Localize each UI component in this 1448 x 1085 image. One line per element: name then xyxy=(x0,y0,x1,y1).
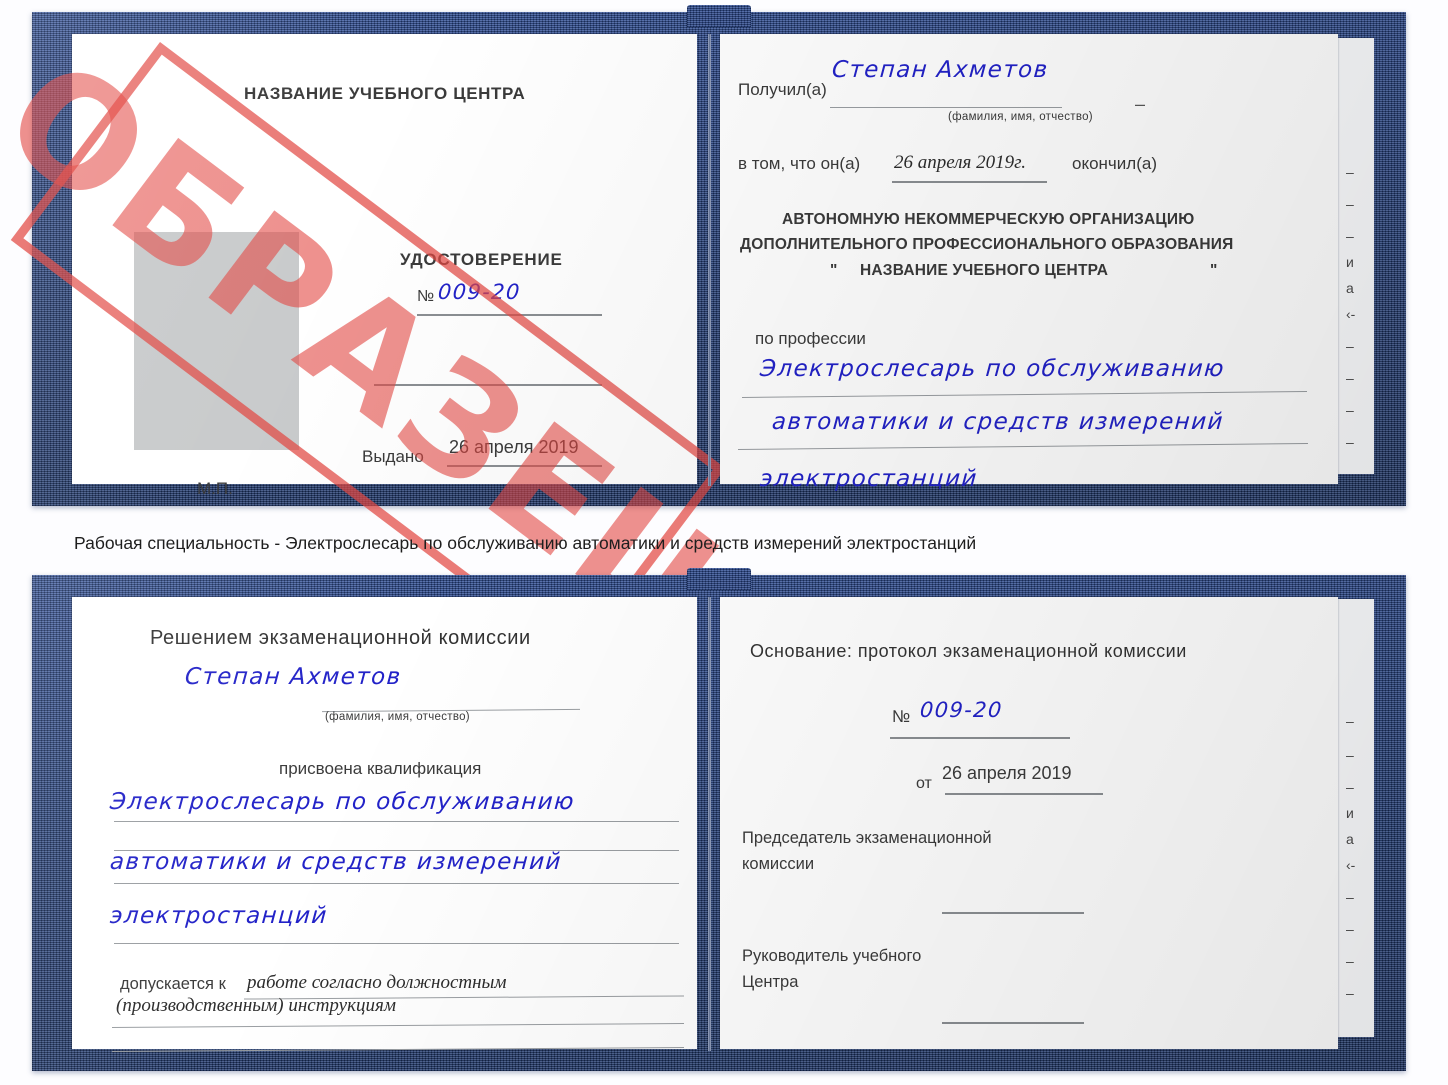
training-center-header: НАЗВАНИЕ УЧЕБНОГО ЦЕНТРА xyxy=(244,84,526,103)
scrap-3: и xyxy=(1346,254,1354,270)
scrap-1: – xyxy=(1346,196,1354,212)
sample-stamp-label: ОБРАЗЕЦ xyxy=(0,26,764,682)
profession-label: по профессии xyxy=(755,329,866,348)
document-type-label: УДОСТОВЕРЕНИЕ xyxy=(400,250,563,269)
allowed-label: допускается к xyxy=(120,975,226,993)
allowed-rule-3 xyxy=(112,1047,684,1052)
org-line-3: НАЗВАНИЕ УЧЕБНОГО ЦЕНТРА xyxy=(860,262,1109,279)
bottom-margin-scraps: – – – и а ‹- – – – – xyxy=(1342,713,1376,1043)
qualification-line-1: Электрослесарь по обслуживанию xyxy=(109,789,576,815)
certificate-top-cover: НАЗВАНИЕ УЧЕБНОГО ЦЕНТРА УДОСТОВЕРЕНИЕ №… xyxy=(0,5,1406,682)
chairman-line-2: комиссии xyxy=(742,855,815,873)
head-line-1: Руководитель учебного xyxy=(742,947,922,965)
org-quote-close: " xyxy=(1210,262,1218,279)
blank-rule-1 xyxy=(374,384,602,386)
bottom-date-rule xyxy=(945,793,1103,795)
seal-label: М.П. xyxy=(197,479,233,498)
received-value: Степан Ахметов xyxy=(831,57,1050,83)
scrap-7: – xyxy=(1346,370,1354,386)
allowed-rule-2 xyxy=(112,1023,684,1028)
completion-date: 26 апреля 2019г. xyxy=(894,152,1026,173)
number-label: № xyxy=(417,288,435,305)
bottom-name-hint: (фамилия, имя, отчество) xyxy=(325,711,470,723)
bottom-left-page: Решением экзаменационной комиссии Степан… xyxy=(72,597,697,1052)
commission-decision-header: Решением экзаменационной комиссии xyxy=(150,627,531,649)
bottom-date-value: 26 апреля 2019 xyxy=(942,763,1072,783)
allowed-line-1: работе согласно должностным xyxy=(247,972,507,993)
allowed-line-2: (производственным) инструкциям xyxy=(116,995,396,1016)
org-line-1: АВТОНОМНУЮ НЕКОММЕРЧЕСКУЮ ОРГАНИЗАЦИЮ xyxy=(782,211,1195,228)
received-rule xyxy=(830,107,1062,108)
caption-text: Рабочая специальность - Электрослесарь п… xyxy=(74,533,977,553)
issued-value: 26 апреля 2019 xyxy=(449,437,579,457)
b-scrap-7: – xyxy=(1346,921,1354,937)
completion-date-rule xyxy=(892,181,1047,183)
certificate-bottom-cover: Решением экзаменационной комиссии Степан… xyxy=(32,568,1406,1071)
b-scrap-1: – xyxy=(1346,747,1354,763)
qualification-rule-4 xyxy=(114,943,679,944)
qualification-line-3: электростанций xyxy=(109,903,329,929)
name-hint: (фамилия, имя, отчество) xyxy=(948,111,1093,123)
spine-tab-top xyxy=(687,5,751,27)
profession-line-1: Электрослесарь по обслуживанию xyxy=(759,356,1226,382)
bottom-number-value: 009-20 xyxy=(919,698,1004,722)
margin-dash-a: – xyxy=(1135,94,1146,114)
qualification-rule-1 xyxy=(114,821,679,822)
head-signature-rule xyxy=(942,1022,1084,1024)
bottom-date-label: от xyxy=(916,775,932,792)
in-that-label: в том, что он(а) xyxy=(738,154,861,173)
scrap-5: ‹- xyxy=(1346,306,1356,322)
b-scrap-4: а xyxy=(1346,831,1354,847)
number-rule xyxy=(417,314,602,316)
qualification-rule-3 xyxy=(114,883,679,884)
sample-stamp: ОБРАЗЕЦ xyxy=(0,26,764,682)
qualification-label: присвоена квалификация xyxy=(279,759,482,778)
basis-label: Основание: протокол экзаменационной коми… xyxy=(750,641,1187,661)
profession-line-3: электростанций xyxy=(759,466,979,492)
profession-rule-1 xyxy=(742,391,1307,398)
qualification-line-2: автоматики и средств измерений xyxy=(109,849,563,875)
spine-line-top xyxy=(708,34,711,486)
b-scrap-9: – xyxy=(1346,985,1354,1001)
scrap-6: – xyxy=(1346,338,1354,354)
scrap-8: – xyxy=(1346,402,1354,418)
bottom-number-label: № xyxy=(892,707,911,726)
scrap-2: – xyxy=(1346,228,1354,244)
profession-line-2: автоматики и средств измерений xyxy=(771,409,1225,435)
spine-line-bottom xyxy=(708,597,711,1051)
scrap-4: а xyxy=(1346,280,1354,296)
bottom-name-value: Степан Ахметов xyxy=(184,664,403,690)
b-scrap-8: – xyxy=(1346,953,1354,969)
issued-rule xyxy=(447,465,602,467)
number-value: 009-20 xyxy=(437,280,522,304)
received-label: Получил(а) xyxy=(738,80,827,99)
b-scrap-6: – xyxy=(1346,889,1354,905)
org-quote-open: " xyxy=(830,262,838,279)
head-line-2: Центра xyxy=(742,973,799,991)
b-scrap-3: и xyxy=(1346,805,1354,821)
top-right-page: Получил(а) Степан Ахметов (фамилия, имя,… xyxy=(720,34,1338,492)
photo-placeholder xyxy=(134,232,299,450)
issued-label: Выдано xyxy=(362,447,424,466)
b-scrap-0: – xyxy=(1346,713,1354,729)
bottom-right-page: Основание: протокол экзаменационной коми… xyxy=(720,597,1338,1049)
top-margin-scraps: – – – и а ‹- – – – – xyxy=(1342,162,1376,492)
b-scrap-5: ‹- xyxy=(1346,857,1356,873)
finished-label: окончил(а) xyxy=(1072,154,1157,173)
spine-tab-bottom xyxy=(687,568,751,590)
org-line-2: ДОПОЛНИТЕЛЬНОГО ПРОФЕССИОНАЛЬНОГО ОБРАЗО… xyxy=(740,236,1234,253)
profession-rule-2 xyxy=(738,443,1308,450)
chairman-line-1: Председатель экзаменационной xyxy=(742,829,992,847)
b-scrap-2: – xyxy=(1346,779,1354,795)
chairman-signature-rule xyxy=(942,912,1084,914)
scrap-9: – xyxy=(1346,434,1354,450)
bottom-number-rule xyxy=(890,737,1070,739)
top-left-page: НАЗВАНИЕ УЧЕБНОГО ЦЕНТРА УДОСТОВЕРЕНИЕ №… xyxy=(0,26,763,681)
scrap-0: – xyxy=(1346,164,1354,180)
